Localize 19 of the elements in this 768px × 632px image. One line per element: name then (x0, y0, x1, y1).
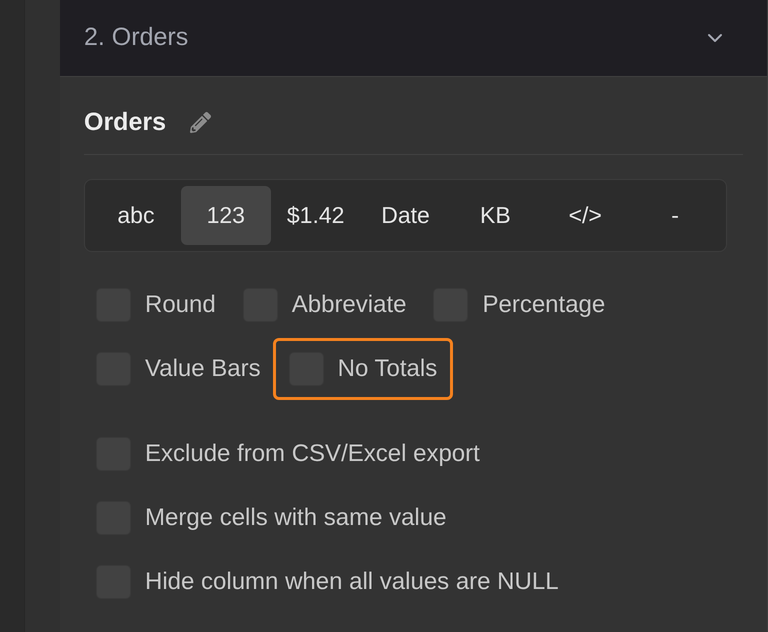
option-label: Merge cells with same value (145, 503, 446, 533)
format-option[interactable]: $1.42 (270, 186, 361, 245)
option-label: No Totals (338, 354, 438, 384)
option-label: Value Bars (145, 354, 261, 384)
format-option[interactable]: KB (450, 186, 540, 245)
option-label: Exclude from CSV/Excel export (145, 439, 480, 469)
pencil-icon[interactable] (190, 112, 211, 132)
format-option[interactable]: Date (360, 186, 450, 245)
option-label: Hide column when all values are NULL (145, 567, 559, 597)
format-option[interactable]: - (630, 186, 720, 245)
format-option[interactable]: </> (540, 186, 630, 245)
format-option[interactable]: 123 (180, 186, 271, 245)
section-title: 2. Orders (84, 22, 188, 54)
column-name: Orders (84, 107, 166, 137)
section-header[interactable]: 2. Orders (60, 0, 767, 77)
format-option[interactable]: abc (91, 186, 181, 245)
option-label: Percentage (482, 290, 606, 320)
option-label: Abbreviate (292, 290, 406, 320)
option-label: Round (145, 290, 216, 320)
